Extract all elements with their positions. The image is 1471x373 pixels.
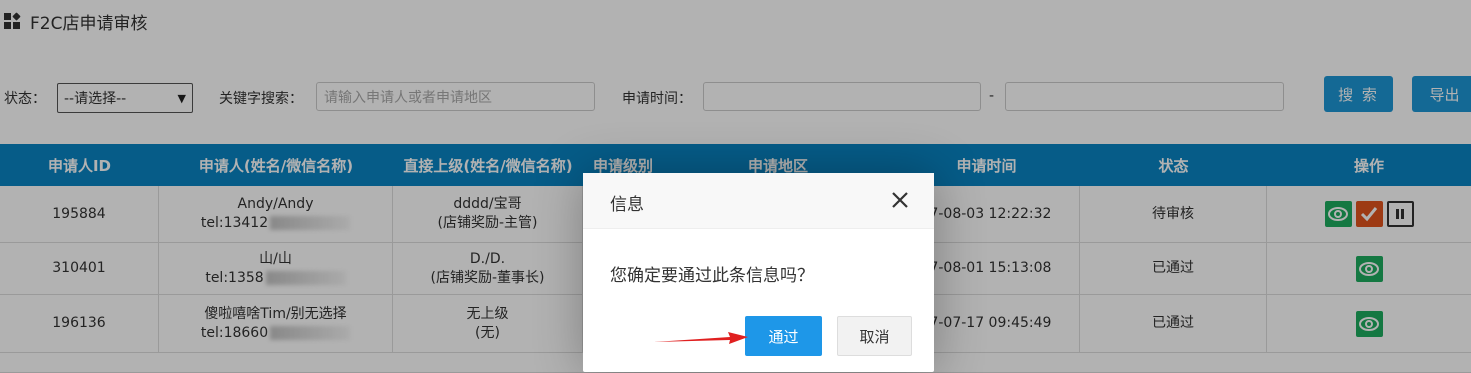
page: F2C店申请审核 状态： --请选择-- ▼ 关键字搜索： 请输入申请人或者申请…: [0, 0, 1471, 373]
close-icon[interactable]: [890, 190, 910, 210]
dialog-message: 您确定要通过此条信息吗？: [610, 266, 814, 286]
red-arrow-annotation: [654, 332, 748, 344]
dialog-header: 信息: [583, 173, 934, 229]
cancel-button[interactable]: 取消: [837, 316, 912, 356]
confirm-dialog: 信息 您确定要通过此条信息吗？ 通过 取消: [583, 173, 934, 372]
dialog-title: 信息: [610, 195, 644, 215]
approve-button[interactable]: 通过: [745, 316, 822, 356]
